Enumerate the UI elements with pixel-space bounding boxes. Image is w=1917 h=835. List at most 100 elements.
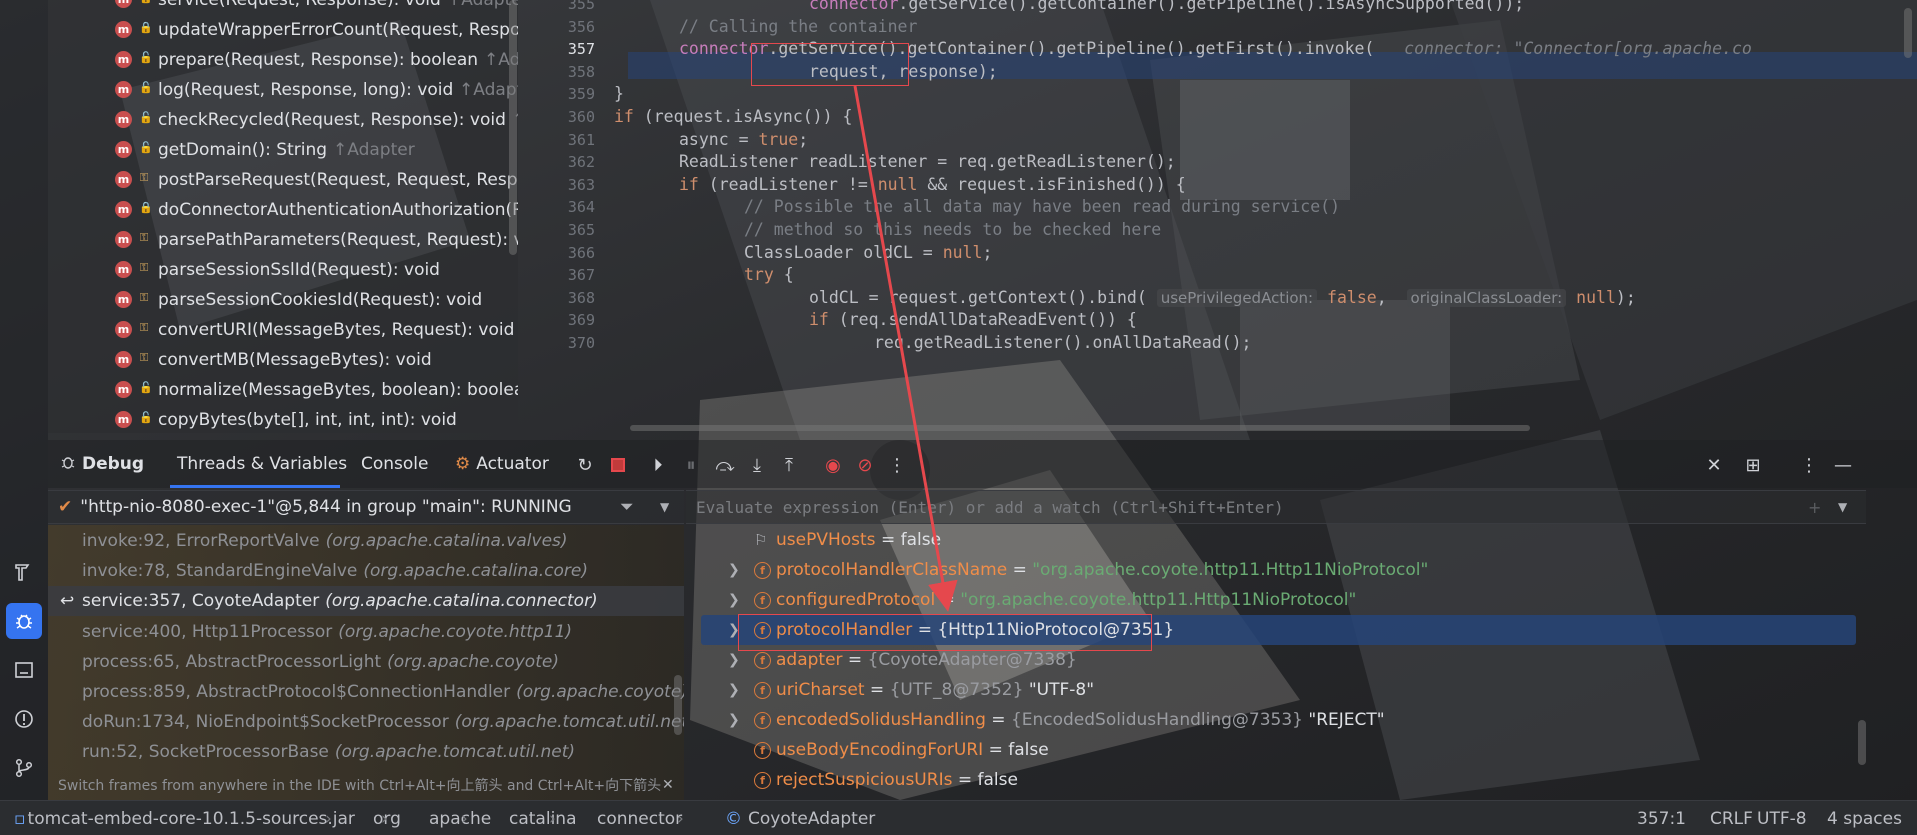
method-icon: m xyxy=(115,0,132,8)
structure-method-item[interactable]: m 🔓 service(Request, Response): void ↑Adapt… xyxy=(48,0,518,15)
mute-breakpoints-icon[interactable]: ⊘ xyxy=(852,452,878,478)
close-icon[interactable]: ✕ xyxy=(1701,452,1727,478)
structure-method-item[interactable]: m 🔓 normalize(MessageBytes, boolean): bool… xyxy=(48,375,518,405)
caret-position[interactable]: 357:1 xyxy=(1637,801,1686,835)
stop-icon[interactable] xyxy=(605,452,631,478)
variable-row[interactable]: ❯ f encodedSolidusHandling = {EncodedSolid… xyxy=(686,705,1856,735)
line-separator[interactable]: CRLF xyxy=(1710,801,1753,835)
frames-scrollbar[interactable] xyxy=(674,675,682,735)
step-into-icon[interactable]: ⤓ xyxy=(744,452,770,478)
chevron-right-icon[interactable]: ❯ xyxy=(728,712,740,728)
stack-frame-row[interactable]: process:859, AbstractProtocol$Connection… xyxy=(48,677,684,707)
evaluate-expression-input[interactable]: Evaluate expression (Enter) or add a wat… xyxy=(686,490,1866,524)
thread-selector[interactable]: ✔ "http-nio-8080-exec-1"@5,844 in group … xyxy=(48,490,684,524)
structure-method-item[interactable]: m🔓prepare(Request, Response): boolean↑Ad… xyxy=(48,45,518,75)
options-icon[interactable]: ⋮ xyxy=(1796,452,1822,478)
terminal-icon[interactable] xyxy=(6,652,42,688)
chevron-right-icon[interactable]: ❯ xyxy=(728,652,740,668)
code-line[interactable]: ReadListener readListener = req.getReadL… xyxy=(679,152,1176,171)
code-line[interactable]: req.getReadListener().onAllDataRead(); xyxy=(874,333,1252,352)
chevron-down-icon[interactable]: ▼ xyxy=(1838,500,1847,514)
breadcrumb-item[interactable]: connector xyxy=(597,801,682,835)
stack-frame-row[interactable]: invoke:92, ErrorReportValve (org.apache.c… xyxy=(48,526,684,556)
view-breakpoints-icon[interactable]: ◉ xyxy=(820,452,846,478)
tab-actuator[interactable]: ⚙ Actuator xyxy=(455,440,549,488)
method-icon: m xyxy=(115,141,132,158)
code-line[interactable]: oldCL = request.getContext().bind( usePr… xyxy=(809,288,1636,307)
step-over-icon[interactable]: ⤼ xyxy=(712,452,738,478)
structure-method-item[interactable]: m 🔓 checkRecycled(Request, Response): void… xyxy=(48,105,518,135)
structure-scrollbar[interactable] xyxy=(509,0,517,255)
actuator-icon: ⚙ xyxy=(455,454,471,474)
structure-method-item[interactable]: m ⚿ parseSessionCookiesId(Request): void xyxy=(48,285,518,315)
problems-warning-icon[interactable] xyxy=(6,701,42,737)
editor-horizontal-scrollbar[interactable] xyxy=(630,425,1530,431)
variable-row[interactable]: ⚐ usePVHosts = false xyxy=(686,525,1856,555)
file-encoding[interactable]: UTF-8 xyxy=(1757,801,1807,835)
code-line[interactable]: // Calling the container xyxy=(679,17,917,36)
breadcrumb-item[interactable]: ▫ tomcat-embed-core-10.1.5-sources.jar xyxy=(14,801,355,835)
code-line[interactable]: if (readListener != null && request.isFi… xyxy=(679,175,1186,194)
chevron-down-icon[interactable]: ▼ xyxy=(660,500,669,514)
variable-row[interactable]: f useBodyEncodingForURI = false xyxy=(686,735,1856,765)
variable-name: protocolHandlerClassName xyxy=(776,560,1008,580)
breadcrumb-item[interactable]: catalina xyxy=(509,801,577,835)
code-line[interactable]: if (req.sendAllDataReadEvent()) { xyxy=(809,310,1137,329)
close-icon[interactable]: ✕ xyxy=(662,777,674,793)
chevron-right-icon[interactable]: ❯ xyxy=(728,592,740,608)
structure-method-item[interactable]: m ⚿ convertMB(MessageBytes): void xyxy=(48,345,518,375)
variable-row[interactable]: f rejectSuspiciousURIs = false xyxy=(686,765,1856,795)
stack-frame-row[interactable]: ↩ service:357, CoyoteAdapter (org.apache.c… xyxy=(48,586,684,617)
debug-bug-icon[interactable] xyxy=(6,603,42,639)
layout-icon[interactable]: ⊞ xyxy=(1740,452,1766,478)
code-line[interactable]: if (request.isAsync()) { xyxy=(614,107,852,126)
breadcrumb-class[interactable]: © CoyoteAdapter xyxy=(725,801,875,835)
minimize-icon[interactable]: — xyxy=(1830,452,1856,478)
rerun-icon[interactable]: ↻ xyxy=(572,452,598,478)
equals-sign: = xyxy=(983,740,1009,760)
code-line[interactable]: connector.getService().getContainer().ge… xyxy=(809,0,1524,13)
pause-icon[interactable]: ⏸ xyxy=(678,452,704,478)
filter-icon[interactable]: ⏷ xyxy=(620,497,634,517)
indent-setting[interactable]: 4 spaces xyxy=(1827,801,1902,835)
code-line[interactable]: ClassLoader oldCL = null; xyxy=(744,243,992,262)
structure-method-item[interactable]: m 🔓 log(Request, Response, long): void ↑Ada… xyxy=(48,75,518,105)
editor-vertical-scrollbar[interactable] xyxy=(1904,8,1912,58)
git-branch-icon[interactable] xyxy=(6,750,42,786)
structure-method-item[interactable]: m 🔓 getDomain(): String ↑Adapter xyxy=(48,135,518,165)
build-hammer-icon[interactable] xyxy=(6,554,42,590)
code-line[interactable]: } xyxy=(614,84,624,103)
resume-icon[interactable]: ⏵ xyxy=(645,452,671,478)
structure-method-item[interactable]: m ⚿ convertURI(MessageBytes, Request): voi… xyxy=(48,315,518,345)
chevron-right-icon[interactable]: ❯ xyxy=(728,682,740,698)
frame-package: (org.apache.tomcat.util.net) xyxy=(334,742,575,763)
variable-row[interactable]: ❯ f uriCharset = {UTF_8@7352} "UTF-8" xyxy=(686,675,1856,705)
more-options-icon[interactable]: ⋮ xyxy=(884,452,910,478)
variables-scrollbar[interactable] xyxy=(1858,720,1866,765)
stack-frame-row[interactable]: process:65, AbstractProcessorLight (org.a… xyxy=(48,647,684,677)
tab-threads-variables[interactable]: Threads & Variables xyxy=(177,440,347,488)
code-line[interactable]: async = true; xyxy=(679,130,808,149)
step-out-icon[interactable]: ⤒ xyxy=(776,452,802,478)
stack-frame-row[interactable]: doRun:1734, NioEndpoint$SocketProcessor(… xyxy=(48,707,684,737)
key-icon: ⚿ xyxy=(139,231,149,244)
code-line[interactable]: // Possible the all data may have been r… xyxy=(744,197,1340,216)
structure-method-item[interactable]: m 🔓 copyBytes(byte[], int, int, int): void xyxy=(48,405,518,433)
variable-row[interactable]: ❯ f configuredProtocol = "org.apache.coyot… xyxy=(686,585,1856,615)
variable-row[interactable]: ❯ f protocolHandlerClassName = "org.apache… xyxy=(686,555,1856,585)
structure-method-item[interactable]: m 🔒 doConnectorAuthenticationAuthorization… xyxy=(48,195,518,225)
structure-method-item[interactable]: m ⚿ parsePathParameters(Request, Request):… xyxy=(48,225,518,255)
structure-method-item[interactable]: m ⚿ parseSessionSslId(Request): void xyxy=(48,255,518,285)
tab-console[interactable]: Console xyxy=(361,440,429,488)
structure-method-item[interactable]: m ⚿ postParseRequest(Request, Request, Res… xyxy=(48,165,518,195)
chevron-right-icon[interactable]: ❯ xyxy=(728,562,740,578)
code-editor[interactable]: 355 connector.getService().getContainer()… xyxy=(518,0,1917,433)
code-line[interactable]: try { xyxy=(744,265,794,284)
add-watch-icon[interactable]: + xyxy=(1808,498,1821,517)
structure-method-item[interactable]: m 🔒 updateWrapperErrorCount(Request, Respo… xyxy=(48,15,518,45)
stack-frame-row[interactable]: invoke:78, StandardEngineValve (org.apach… xyxy=(48,556,684,586)
stack-frame-row[interactable]: run:52, SocketProcessorBase (org.apache.t… xyxy=(48,737,684,765)
debug-tool-title[interactable]: Debug xyxy=(60,440,144,488)
stack-frame-row[interactable]: service:400, Http11Processor (org.apache.… xyxy=(48,617,684,647)
code-line[interactable]: // method so this needs to be checked he… xyxy=(744,220,1161,239)
